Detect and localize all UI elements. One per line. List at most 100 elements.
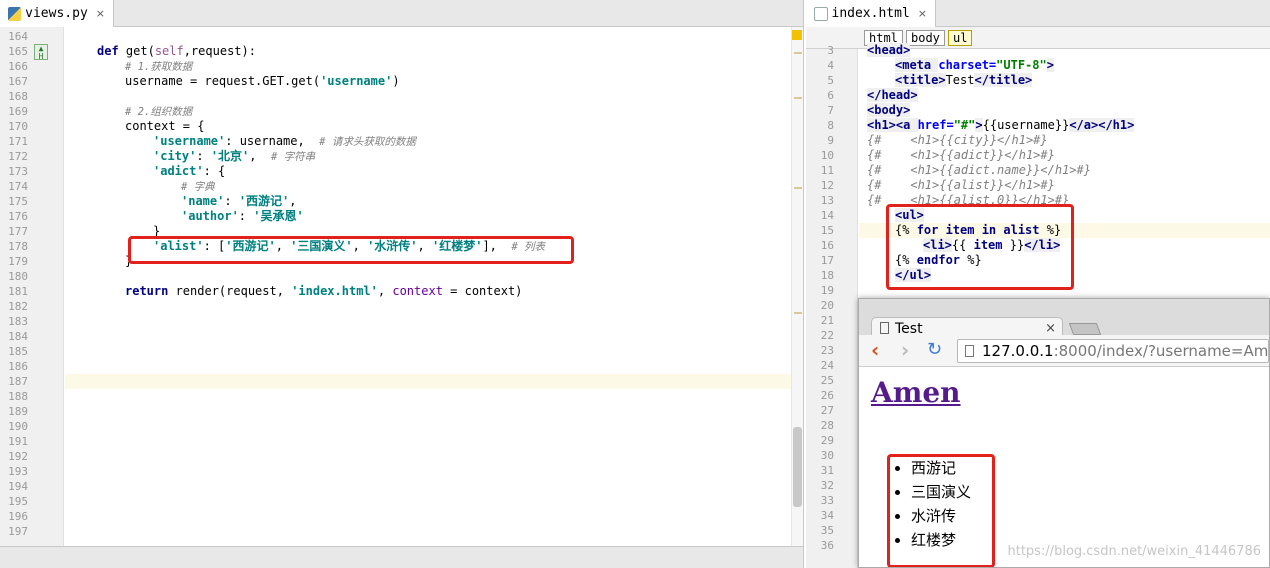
- url-path: :8000/index/?username=Amen: [1053, 342, 1269, 360]
- line-number: 3: [827, 44, 834, 57]
- line-number: 194: [8, 480, 28, 493]
- code-line-173: 'adict': {: [153, 164, 226, 178]
- browser-toolbar: ‹ › ↻ 127.0.0.1:8000/index/?username=Ame…: [859, 335, 1269, 367]
- scroll-marker: [794, 52, 802, 54]
- line-number: 172: [8, 150, 28, 163]
- line-number: 193: [8, 465, 28, 478]
- line-number: 16: [820, 239, 834, 252]
- line-number: 18: [820, 269, 834, 282]
- python-file-icon: [8, 6, 22, 21]
- line-number: 178: [8, 240, 28, 253]
- line-number: 174: [8, 180, 28, 193]
- line-number: 14: [820, 209, 834, 222]
- line-number: 36: [820, 539, 834, 552]
- browser-tab[interactable]: Test ×: [871, 317, 1063, 337]
- line-number: 17: [820, 254, 834, 267]
- code-area[interactable]: def get(self,request): # 1.获取数据 username…: [65, 27, 791, 546]
- code-line-169: # 2.组织数据: [125, 106, 193, 118]
- code-line-170: context = {: [125, 119, 205, 133]
- line-number: 27: [820, 404, 834, 417]
- line-number: 8: [827, 119, 834, 132]
- scroll-thumb[interactable]: [793, 427, 802, 507]
- line-number: 192: [8, 450, 28, 463]
- username-link[interactable]: Amen: [871, 376, 961, 409]
- line-number: 181: [8, 285, 28, 298]
- vertical-scrollbar[interactable]: [791, 27, 803, 546]
- line-number: 19: [820, 284, 834, 297]
- line-number: 186: [8, 360, 28, 373]
- close-icon[interactable]: ×: [918, 7, 927, 20]
- line-number: 197: [8, 525, 28, 538]
- line-number: 166: [8, 60, 28, 73]
- address-bar[interactable]: 127.0.0.1:8000/index/?username=Amen: [957, 339, 1269, 363]
- line-number: 188: [8, 390, 28, 403]
- line-number: 170: [8, 120, 28, 133]
- code-line-167: username = request.GET.get('username'): [125, 74, 400, 88]
- line-number: 190: [8, 420, 28, 433]
- editor-tabbar: views.py ×: [0, 0, 803, 27]
- line-number: 185: [8, 345, 28, 358]
- scroll-marker: [794, 312, 802, 314]
- line-number: 24: [820, 359, 834, 372]
- line-number: 31: [820, 464, 834, 477]
- line-number: 165: [8, 45, 28, 58]
- code-line-175: 'name': '西游记',: [181, 194, 297, 208]
- code-line-9: {# <h1>{{city}}</h1>#}: [867, 133, 1048, 147]
- html-file-icon: [814, 6, 828, 21]
- code-line-181: return render(request, 'index.html', con…: [125, 284, 523, 298]
- line-number: 32: [820, 479, 834, 492]
- line-number: 184: [8, 330, 28, 343]
- code-line-7: <body>: [867, 103, 911, 117]
- template-loop-annotation-box: [886, 204, 1074, 290]
- line-number: 7: [827, 104, 834, 117]
- line-number: 10: [820, 149, 834, 162]
- line-number: 176: [8, 210, 28, 223]
- line-number: 177: [8, 225, 28, 238]
- status-bar: [0, 546, 803, 568]
- line-number: 187: [8, 375, 28, 388]
- line-number: 29: [820, 434, 834, 447]
- tab-index-html[interactable]: index.html ×: [806, 0, 936, 27]
- warning-indicator-icon: [792, 30, 802, 40]
- code-line-6: </head>: [867, 88, 918, 102]
- line-number: 164: [8, 30, 28, 43]
- line-number: 11: [820, 164, 834, 177]
- line-number: 20: [820, 299, 834, 312]
- alist-annotation-box: [128, 236, 574, 264]
- reload-icon[interactable]: ↻: [927, 339, 942, 361]
- tab-label: index.html: [831, 6, 910, 21]
- line-number: 9: [827, 134, 834, 147]
- line-number: 21: [820, 314, 834, 327]
- code-line-171: 'username': username, # 请求头获取的数据: [153, 134, 416, 148]
- line-number: 15: [820, 224, 834, 237]
- url-host: 127.0.0.1: [982, 342, 1054, 360]
- line-number: 12: [820, 179, 834, 192]
- line-number: 34: [820, 509, 834, 522]
- page-icon: [965, 345, 974, 357]
- editor-tabbar: index.html ×: [806, 0, 1270, 27]
- line-number: 33: [820, 494, 834, 507]
- line-number: 196: [8, 510, 28, 523]
- forward-arrow-icon[interactable]: ›: [901, 339, 909, 361]
- scroll-marker: [794, 187, 802, 189]
- back-arrow-icon[interactable]: ‹: [871, 339, 879, 361]
- line-number: 195: [8, 495, 28, 508]
- tab-views-py[interactable]: views.py ×: [0, 0, 114, 27]
- line-number: 28: [820, 419, 834, 432]
- code-line-8: <h1><a href="#">{{username}}</a></h1>: [867, 118, 1135, 132]
- line-number: 169: [8, 105, 28, 118]
- line-number: 189: [8, 405, 28, 418]
- line-number: 171: [8, 135, 28, 148]
- rendered-list-annotation-box: [887, 454, 995, 567]
- line-number: 26: [820, 389, 834, 402]
- code-line-166: # 1.获取数据: [125, 61, 193, 73]
- page-heading: Amen: [871, 376, 961, 409]
- line-number: 167: [8, 75, 28, 88]
- line-number: 173: [8, 165, 28, 178]
- line-number: 23: [820, 344, 834, 357]
- new-tab-button[interactable]: [1068, 323, 1102, 335]
- browser-window: Test × ‹ › ↻ 127.0.0.1:8000/index/?usern…: [858, 298, 1270, 568]
- close-icon[interactable]: ×: [96, 7, 105, 20]
- line-number: 25: [820, 374, 834, 387]
- code-line-5: <title>Test</title>: [895, 73, 1033, 87]
